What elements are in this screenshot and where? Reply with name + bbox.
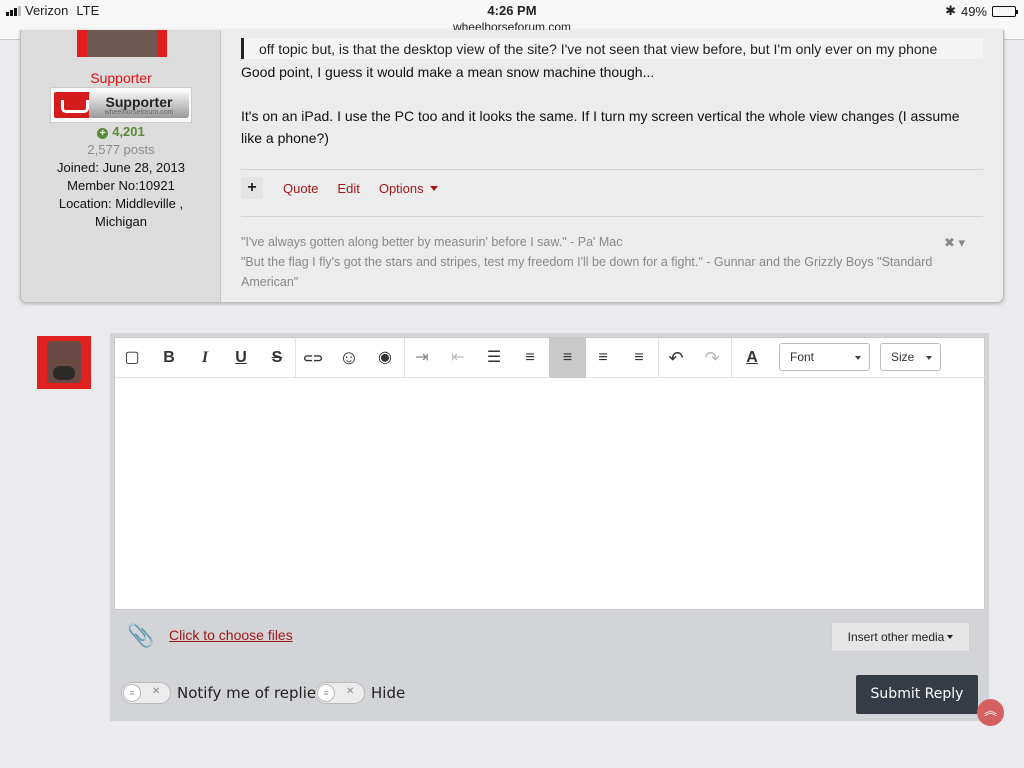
rich-text-editor: ▢ B I U S ⊂⊃ ☺ ◉ ⇥ ⇤ ☰ ≡ ≡ ≡ ≡ ↶ ↷ A Fon… (114, 337, 986, 610)
signature-line1: "I've always gotten along better by meas… (241, 235, 623, 249)
font-select-label: Font (790, 350, 815, 364)
signature-line3: American" (241, 275, 299, 289)
insert-other-media-button[interactable]: Insert other media (831, 622, 970, 652)
location-line2: Michigan (94, 214, 148, 229)
italic-button[interactable]: I (188, 340, 222, 376)
editor-text-area[interactable] (115, 378, 984, 609)
author-title: Supporter (90, 70, 152, 86)
reputation-count[interactable]: +4,201 (21, 124, 221, 139)
divider (241, 169, 983, 170)
chevron-down-icon (926, 356, 932, 360)
joined-date: Joined: June 28, 2013 (57, 160, 185, 175)
divider (241, 216, 983, 217)
font-family-select[interactable]: Font (779, 343, 870, 371)
battery-icon (992, 5, 1018, 17)
post-actions: + Quote Edit Options (241, 177, 457, 199)
toggle-off-icon: ✕ (346, 686, 355, 697)
post-text-line2: It's on an iPad. I use the PC too and it… (241, 108, 960, 124)
align-right-icon[interactable]: ≡ (622, 340, 656, 376)
toolbar-separator (731, 338, 732, 378)
indent-icon[interactable]: ⇥ (405, 340, 439, 376)
quote-link[interactable]: Quote (283, 181, 318, 196)
options-label: Options (378, 180, 424, 196)
bold-button[interactable]: B (152, 340, 186, 376)
chevron-down-icon (429, 185, 438, 191)
quoted-text: off topic but, is that the desktop view … (241, 38, 983, 59)
hide-toggle[interactable]: ≡ ✕ (315, 682, 365, 704)
clock: 4:26 PM (487, 3, 537, 18)
toggle-knob-icon: ≡ (123, 684, 141, 702)
emoji-icon[interactable]: ☺ (332, 340, 366, 376)
strikethrough-button[interactable]: S (260, 340, 294, 376)
chevron-down-icon (855, 356, 861, 360)
source-view-icon[interactable]: ▢ (115, 340, 149, 376)
scroll-to-top-icon[interactable]: ︽ (977, 699, 1004, 726)
forum-post: Supporter Supporter wheelhorseforum.com +… (20, 30, 1004, 303)
post-text-line3: like a phone?) (241, 130, 329, 146)
editor-toolbar: ▢ B I U S ⊂⊃ ☺ ◉ ⇥ ⇤ ☰ ≡ ≡ ≡ ≡ ↶ ↷ A Fon… (115, 338, 986, 378)
options-menu[interactable]: Options (379, 181, 438, 196)
outdent-icon[interactable]: ⇤ (441, 340, 475, 376)
location-line1: Location: Middleville , (58, 196, 184, 211)
align-left-icon[interactable]: ≡ (549, 338, 586, 378)
bluetooth-icon: ✱ (945, 3, 956, 18)
hide-signature-icon[interactable]: ✖ ▾ (944, 235, 965, 251)
underline-button[interactable]: U (224, 340, 258, 376)
wheelhorse-logo-icon (54, 92, 90, 118)
preview-eye-icon[interactable]: ◉ (368, 340, 402, 376)
align-center-icon[interactable]: ≡ (586, 340, 620, 376)
edit-link[interactable]: Edit (337, 181, 359, 196)
undo-icon[interactable]: ↶ (659, 340, 693, 376)
multiquote-plus-button[interactable]: + (241, 177, 263, 199)
post-text-line1: Good point, I guess it would make a mean… (241, 64, 655, 80)
submit-reply-button[interactable]: Submit Reply (856, 675, 978, 714)
font-size-select[interactable]: Size (880, 343, 941, 371)
badge-label: Supporter (105, 94, 173, 110)
hide-label: Hide (371, 684, 406, 702)
reply-form: ▢ B I U S ⊂⊃ ☺ ◉ ⇥ ⇤ ☰ ≡ ≡ ≡ ≡ ↶ ↷ A Fon… (110, 333, 989, 721)
battery-info: ✱ 49% (945, 3, 1018, 19)
redo-icon[interactable]: ↷ (695, 340, 729, 376)
notify-replies-toggle[interactable]: ≡ ✕ (121, 682, 171, 704)
toggle-knob-icon: ≡ (317, 684, 335, 702)
member-number: Member No:10921 (67, 178, 175, 193)
text-color-icon[interactable]: A (735, 340, 769, 376)
choose-files-link[interactable]: Click to choose files (169, 627, 293, 643)
badge-sub-label: wheelhorseforum.com (104, 109, 174, 116)
post-count: 2,577 posts (87, 142, 155, 157)
bulleted-list-icon[interactable]: ☰ (477, 340, 511, 376)
post-content: off topic but, is that the desktop view … (241, 30, 985, 302)
toggle-off-icon: ✕ (152, 686, 161, 697)
numbered-list-icon[interactable]: ≡ (513, 340, 547, 376)
battery-percent: 49% (960, 3, 987, 19)
paperclip-icon: 📎 (127, 623, 155, 648)
current-user-avatar (37, 336, 91, 389)
reputation-value: 4,201 (112, 124, 145, 139)
size-select-label: Size (891, 350, 915, 364)
signature-line2: "But the flag I fly's got the stars and … (241, 255, 933, 269)
supporter-badge: Supporter wheelhorseforum.com (50, 87, 192, 123)
notify-replies-label: Notify me of replies (177, 684, 324, 702)
reputation-plus-icon: + (97, 128, 109, 139)
insert-media-label: Insert other media (847, 630, 945, 644)
link-icon[interactable]: ⊂⊃ (296, 340, 330, 376)
chevron-down-icon (947, 635, 954, 639)
post-author-panel: Supporter Supporter wheelhorseforum.com +… (21, 30, 221, 302)
author-avatar[interactable] (77, 30, 167, 57)
